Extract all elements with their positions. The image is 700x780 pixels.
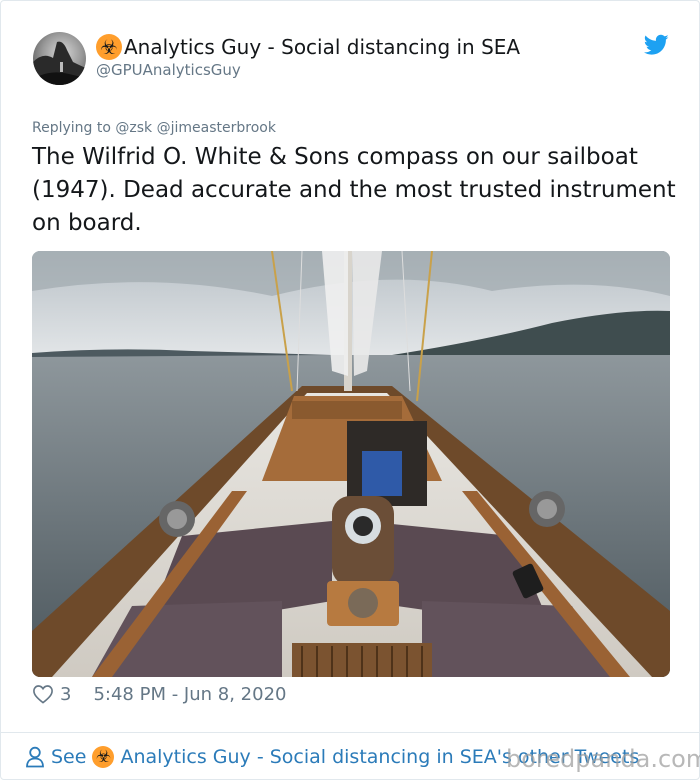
heart-icon[interactable]: [32, 684, 54, 704]
author-name[interactable]: ☣ Analytics Guy - Social distancing in S…: [96, 32, 520, 62]
biohazard-icon: ☣: [96, 34, 122, 60]
avatar-image: [33, 41, 86, 85]
tweet-card: ☣ Analytics Guy - Social distancing in S…: [0, 0, 700, 780]
person-icon: [26, 746, 44, 768]
see-label: See: [51, 746, 87, 768]
reply-mentions[interactable]: @zsk @jimeasterbrook: [115, 120, 276, 136]
replying-prefix: Replying to: [32, 120, 111, 136]
twitter-bird-icon[interactable]: [644, 34, 669, 56]
footer-divider: [1, 732, 699, 733]
tweet-timestamp[interactable]: 5:48 PM - Jun 8, 2020: [93, 684, 286, 705]
biohazard-icon: ☣: [92, 746, 115, 768]
avatar[interactable]: [33, 32, 86, 85]
see-other-tweets-name: Analytics Guy - Social distancing in SEA…: [120, 746, 640, 768]
tweet-photo[interactable]: [32, 251, 670, 677]
like-count: 3: [60, 683, 72, 705]
author-handle[interactable]: @GPUAnalyticsGuy: [96, 61, 241, 79]
see-other-tweets-link[interactable]: See ☣ Analytics Guy - Social distancing …: [25, 742, 639, 772]
tweet-text: The Wilfrid O. White & Sons compass on o…: [32, 144, 676, 236]
sailboat-photo: [32, 251, 670, 677]
author-name-text: Analytics Guy - Social distancing in SEA: [124, 35, 521, 59]
tweet-meta: 3 5:48 PM - Jun 8, 2020: [32, 681, 286, 707]
replying-to: Replying to @zsk @jimeasterbrook: [32, 120, 276, 136]
